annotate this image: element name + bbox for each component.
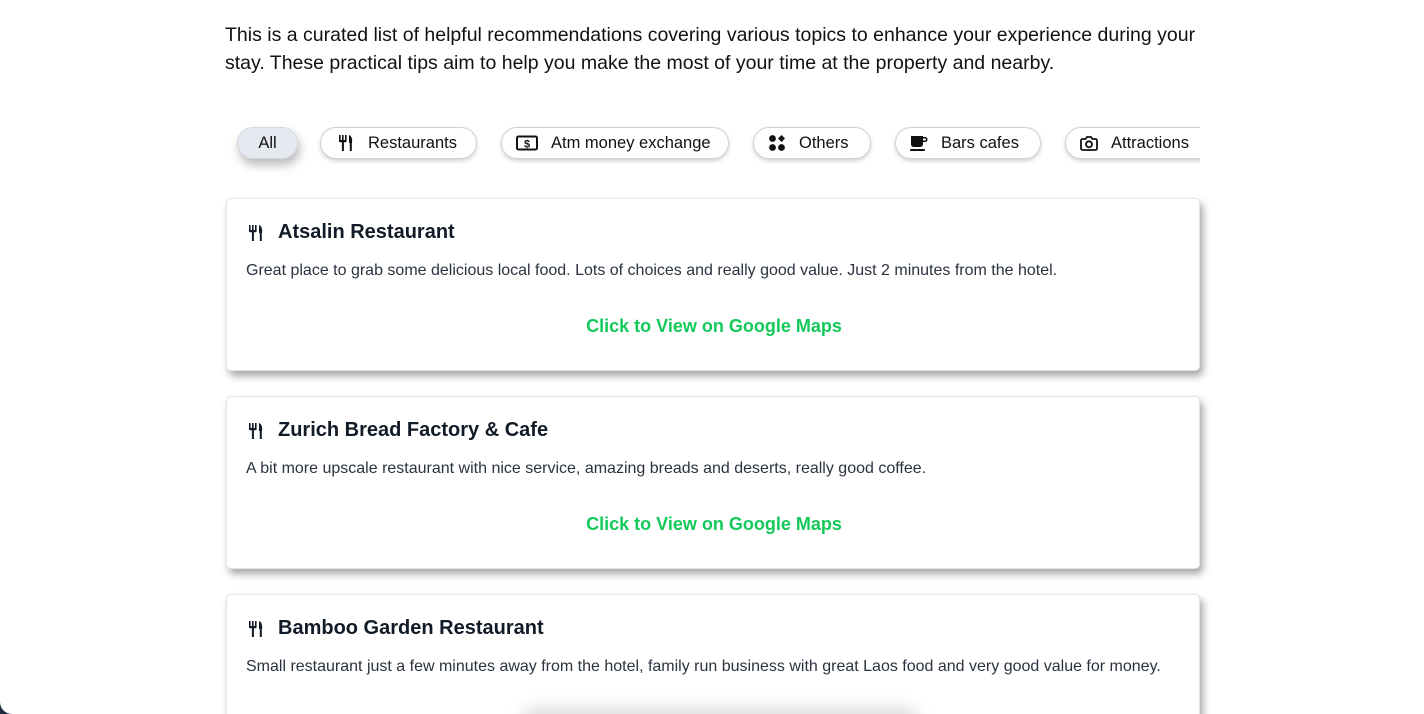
filter-chip-label: Attractions	[1111, 133, 1189, 152]
recommendation-card: Bamboo Garden Restaurant Small restauran…	[226, 594, 1200, 714]
google-maps-link[interactable]: Click to View on Google Maps	[227, 316, 1201, 337]
filter-chip-all[interactable]: All	[237, 127, 298, 159]
category-filter-bar: All Restaurants $ Atm money exchange Oth…	[225, 122, 1200, 182]
recommendation-card: Zurich Bread Factory & Cafe A bit more u…	[226, 396, 1200, 569]
fork-knife-icon	[247, 422, 265, 440]
card-title-text: Atsalin Restaurant	[278, 221, 455, 243]
camera-icon	[1080, 134, 1098, 152]
card-title: Bamboo Garden Restaurant	[247, 617, 544, 640]
filter-chip-label: Restaurants	[368, 133, 457, 152]
recommendation-card: Atsalin Restaurant Great place to grab s…	[226, 198, 1200, 371]
card-description: A bit more upscale restaurant with nice …	[246, 460, 927, 477]
grid-dots-icon	[768, 134, 786, 152]
recommendations-page: This is a curated list of helpful recomm…	[0, 0, 1424, 714]
fork-knife-icon	[337, 134, 355, 152]
filter-chip-label: Atm money exchange	[551, 133, 711, 152]
intro-text: This is a curated list of helpful recomm…	[225, 24, 1196, 74]
filter-chip-attractions[interactable]: Attractions	[1065, 127, 1200, 159]
card-title: Zurich Bread Factory & Cafe	[247, 419, 548, 442]
filter-chip-label: Others	[799, 133, 849, 152]
card-description: Great place to grab some delicious local…	[246, 262, 1058, 279]
filter-chip-others[interactable]: Others	[753, 127, 871, 159]
card-description: Small restaurant just a few minutes away…	[246, 658, 1161, 675]
filter-chip-label: Bars cafes	[941, 133, 1019, 152]
fork-knife-icon	[247, 620, 265, 638]
money-bill-icon: $	[516, 134, 538, 152]
fork-knife-icon	[247, 224, 265, 242]
card-title-text: Zurich Bread Factory & Cafe	[278, 419, 549, 441]
card-title: Atsalin Restaurant	[247, 221, 455, 244]
filter-chip-label: All	[258, 133, 277, 152]
google-maps-link[interactable]: Click to View on Google Maps	[227, 514, 1201, 535]
card-title-text: Bamboo Garden Restaurant	[278, 617, 544, 639]
floating-shadow	[520, 706, 920, 714]
filter-chip-bars-cafes[interactable]: Bars cafes	[895, 127, 1041, 159]
svg-text:$: $	[524, 139, 530, 151]
filter-chip-atm-money-exchange[interactable]: $ Atm money exchange	[501, 127, 729, 159]
filter-chip-restaurants[interactable]: Restaurants	[320, 127, 477, 159]
coffee-cup-icon	[910, 134, 928, 152]
